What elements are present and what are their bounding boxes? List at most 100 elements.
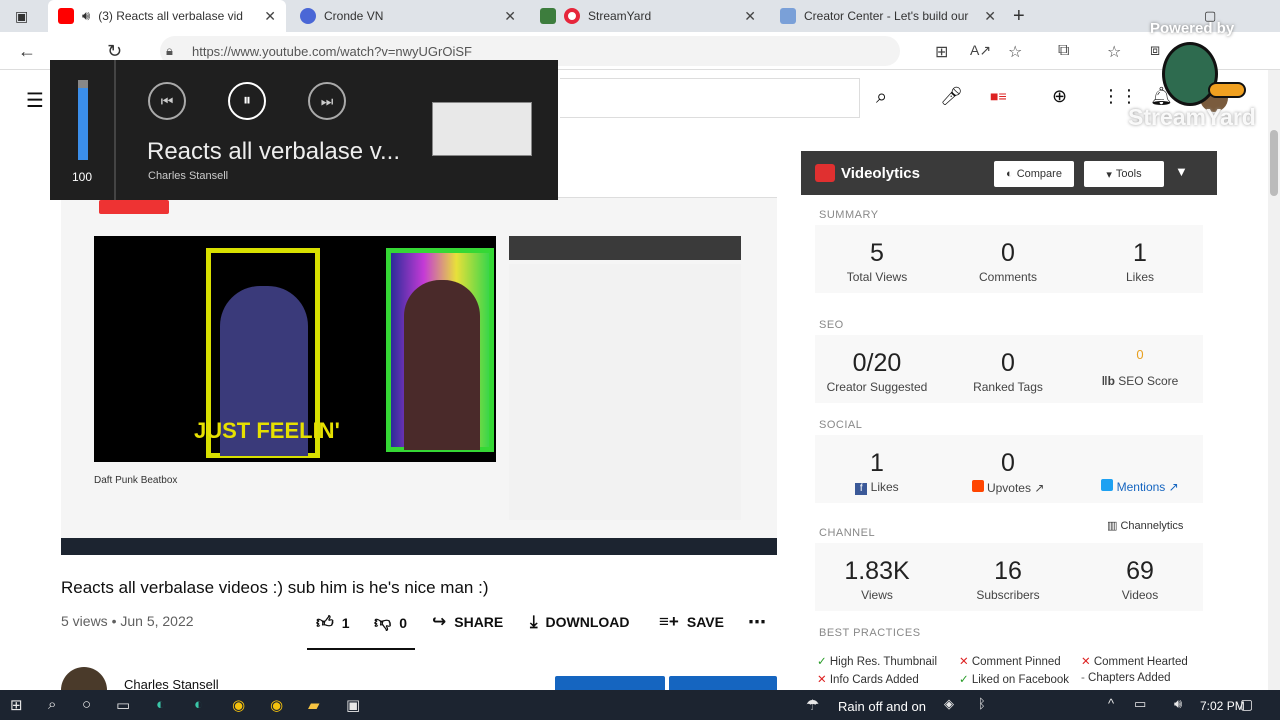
tray-icon[interactable]: ◈ — [944, 696, 954, 712]
compare-icon: ◐ — [1006, 168, 1013, 180]
tray-expand-icon[interactable]: ^ — [1108, 696, 1114, 711]
weather-icon: ☂ — [806, 697, 820, 714]
volume-icon[interactable]: 🔊︎ — [1174, 696, 1182, 712]
edit-video-button[interactable] — [669, 676, 777, 690]
channelytics-link[interactable]: ▥ Channelytics — [1107, 519, 1183, 532]
close-tab-icon[interactable]: ✕ — [504, 8, 516, 25]
dislike-count: 0 — [399, 614, 408, 631]
stat-seo-score[interactable]: 0 ǁb SEO Score — [1075, 347, 1205, 388]
stat-value — [1075, 449, 1205, 477]
share-button[interactable]: ↪ SHARE — [432, 612, 503, 632]
tab-label: (3) Reacts all verbalase vid — [98, 9, 243, 23]
channelytics-label: Channelytics — [1120, 520, 1184, 532]
favorites-icon[interactable]: ☆ — [1107, 42, 1121, 62]
download-button[interactable]: ⤓ DOWNLOAD — [530, 612, 630, 632]
notifications-icon[interactable]: ▢ — [1240, 696, 1253, 713]
compare-button[interactable]: ◐ Compare — [994, 161, 1074, 187]
stat-label: Views — [861, 588, 893, 602]
volume-flyout[interactable]: 100 — [50, 60, 116, 200]
search-icon[interactable]: ⌕ — [48, 696, 56, 713]
menu-icon[interactable]: ☰ — [26, 88, 44, 113]
download-label: DOWNLOAD — [545, 614, 630, 630]
search-icon[interactable]: ⌕ — [876, 86, 887, 109]
scrollbar-thumb[interactable] — [1270, 130, 1278, 196]
task-view-icon[interactable]: ▭ — [116, 696, 130, 714]
stat-label: Subscribers — [976, 588, 1040, 602]
file-explorer-icon[interactable]: ▰ — [308, 696, 320, 714]
create-icon[interactable]: ⊕ — [1052, 86, 1067, 107]
windows-start-icon[interactable]: ⊞ — [10, 696, 23, 714]
analytics-button[interactable] — [555, 676, 665, 690]
panel-header: Videolytics ◐ Compare ▾ Tools ▼ — [801, 151, 1217, 195]
stat-upvotes[interactable]: 0 Upvotes ↗ — [943, 449, 1073, 495]
seo-logo-icon: ǁb — [1101, 374, 1119, 388]
inner-video-frame: JUST FEELIN' — [94, 236, 496, 462]
bp-label: Info Cards Added — [829, 674, 919, 686]
stat-label-row: Mentions ↗ — [1075, 479, 1205, 494]
caption-text: JUST FEELIN' — [194, 418, 340, 443]
network-icon[interactable]: ▭ — [1134, 696, 1146, 712]
tools-button[interactable]: ▾ Tools — [1084, 161, 1164, 187]
close-tab-icon[interactable]: ✕ — [984, 8, 996, 25]
new-tab-icon[interactable]: + — [1013, 5, 1025, 28]
volume-level — [78, 88, 88, 160]
next-track-button[interactable]: ⏭︎ — [308, 82, 346, 120]
tab-streamyard[interactable]: StreamYard ✕ — [530, 0, 766, 32]
video-player[interactable]: JUST FEELIN' Daft Punk Beatbox — [61, 150, 777, 555]
dislike-button[interactable]: 👎︎ 0 — [374, 612, 407, 633]
tab-creator-center[interactable]: Creator Center - Let's build our ✕ — [770, 0, 1006, 32]
apps-icon[interactable]: ⊞ — [935, 42, 948, 62]
store-icon[interactable]: ▣ — [346, 696, 360, 714]
previous-track-button[interactable]: ⏮︎ — [148, 82, 186, 120]
bp-item: ✕ Comment Hearted — [1081, 654, 1188, 668]
microphone-icon[interactable]: 🎤︎ — [940, 86, 963, 107]
bp-item: ✕ Info Cards Added — [817, 672, 919, 686]
stat-mentions[interactable]: Mentions ↗ — [1075, 449, 1205, 494]
edge-icon[interactable]: ◐ — [156, 696, 165, 713]
more-actions-icon[interactable]: ⋯ — [748, 612, 766, 633]
streamyard-duck-icon — [1162, 42, 1218, 106]
favorite-icon[interactable]: ☆ — [1008, 42, 1022, 62]
save-button[interactable]: ≡+ SAVE — [659, 612, 724, 632]
like-bar — [307, 648, 415, 650]
cortana-icon[interactable]: ○ — [82, 696, 91, 713]
stat-label: SEO Score — [1118, 374, 1179, 388]
like-button[interactable]: 👍︎ 1 — [316, 612, 350, 633]
videolytics-logo-icon — [815, 164, 835, 182]
stat-label: Videos — [1121, 588, 1159, 602]
stat-label: Likes — [870, 480, 899, 494]
media-artist: Charles Stansell — [148, 170, 229, 182]
tab-cronde[interactable]: Cronde VN ✕ — [290, 0, 526, 32]
chrome-icon-2[interactable]: ◉ — [270, 696, 283, 714]
edge-active-icon[interactable]: ◐ — [194, 696, 203, 713]
chrome-icon[interactable]: ◉ — [232, 696, 245, 714]
save-icon: ≡+ — [659, 612, 679, 631]
close-tab-icon[interactable]: ✕ — [744, 8, 756, 25]
weather-text[interactable]: Rain off and on — [838, 699, 926, 714]
speaker-icon: 🔊︎ — [82, 8, 91, 23]
close-tab-icon[interactable]: ✕ — [264, 8, 276, 25]
stat-label: Creator Suggested — [826, 380, 928, 394]
seo-score-value: 0 — [1136, 347, 1144, 362]
pause-button[interactable]: ⏸︎ — [228, 82, 266, 120]
extensions-icon[interactable]: ⧉ — [1058, 42, 1069, 60]
stat-value: 69 — [1126, 557, 1154, 585]
cronde-favicon-icon — [300, 8, 316, 24]
share-label: SHARE — [454, 614, 504, 630]
collapse-chevron-icon[interactable]: ▼ — [1175, 164, 1188, 179]
read-aloud-icon[interactable]: A↗ — [970, 42, 991, 59]
stat-label: Ranked Tags — [973, 380, 1043, 394]
back-icon[interactable]: ← — [18, 41, 36, 62]
like-count: 1 — [341, 614, 350, 631]
tray-icon[interactable]: ᛒ — [978, 696, 986, 711]
search-box[interactable] — [560, 78, 860, 118]
tab-actions-icon[interactable]: ▣ — [15, 8, 28, 25]
clock[interactable]: 7:02 PM — [1200, 699, 1245, 713]
videolytics-menu-icon[interactable]: ■≡ — [990, 88, 1007, 104]
tab-youtube[interactable]: 🔊︎ (3) Reacts all verbalase vid ✕ — [48, 0, 286, 32]
inner-video-channel: Daft Punk Beatbox — [94, 475, 178, 486]
refresh-icon[interactable]: ↻ — [107, 41, 122, 62]
volume-value: 100 — [72, 170, 93, 184]
lock-icon: 🔒︎ — [166, 43, 173, 58]
person-silhouette-right — [404, 280, 480, 450]
